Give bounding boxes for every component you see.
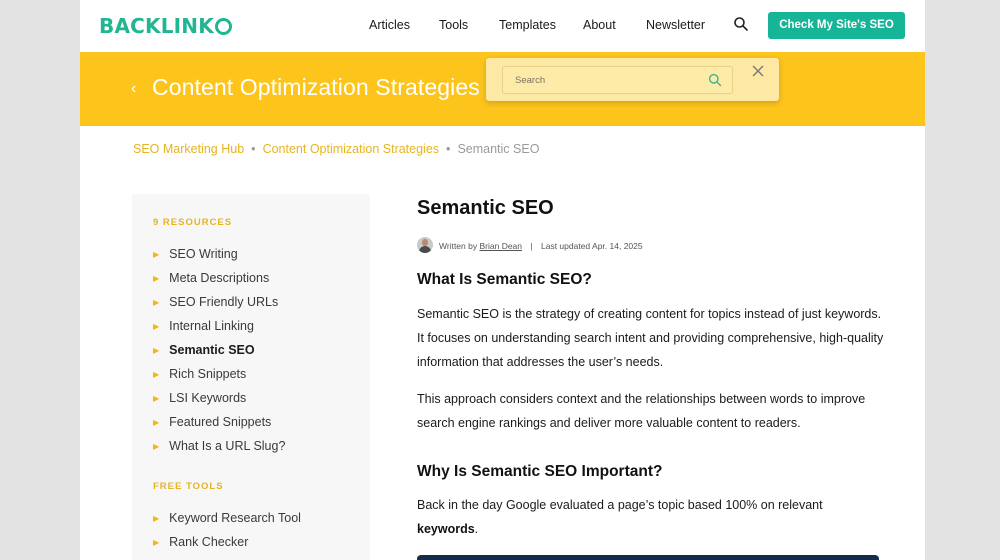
breadcrumb-link-seo-marketing-hub[interactable]: SEO Marketing Hub (133, 142, 244, 156)
free-tools-heading: FREE TOOLS (153, 481, 224, 492)
sidebar-item-seo-friendly-urls[interactable]: ▶ SEO Friendly URLs (153, 295, 278, 309)
logo-o-icon (214, 18, 232, 35)
paragraph-definition: Semantic SEO is the strategy of creating… (417, 307, 884, 369)
caret-right-icon: ▶ (153, 298, 160, 307)
sidebar-item-label: SEO Writing (169, 247, 238, 261)
resources-sidebar: 9 RESOURCES ▶ SEO Writing ▶ Meta Descripti… (132, 194, 370, 560)
sidebar-item-keyword-research-tool[interactable]: ▶ Keyword Research Tool (153, 511, 301, 525)
sidebar-item-url-slug[interactable]: ▶ What Is a URL Slug? (153, 439, 285, 453)
caret-right-icon: ▶ (153, 274, 160, 283)
author-avatar (417, 237, 433, 253)
avatar-body (419, 246, 431, 253)
check-my-site-seo-button[interactable]: Check My Site's SEO (768, 12, 905, 39)
paragraph-history-end: . (474, 522, 479, 536)
sidebar-item-rich-snippets[interactable]: ▶ Rich Snippets (153, 367, 246, 381)
byline-text: Written by Brian Dean | Last updated Apr… (439, 241, 643, 251)
page: BACKLINK Articles Tools Templates About … (80, 0, 925, 560)
avatar-head (422, 239, 428, 246)
caret-right-icon: ▶ (153, 442, 160, 451)
sidebar-item-internal-linking[interactable]: ▶ Internal Linking (153, 319, 254, 333)
paragraph-history: Back in the day Google evaluated a page’… (417, 493, 887, 541)
sidebar-item-label: Rich Snippets (169, 367, 247, 381)
close-icon[interactable] (751, 64, 765, 78)
sidebar-item-label: Featured Snippets (169, 415, 272, 429)
nav-tools[interactable]: Tools (439, 18, 468, 32)
backlinko-logo[interactable]: BACKLINK (99, 14, 232, 38)
sidebar-item-label: SEO Friendly URLs (169, 295, 279, 309)
nav-about[interactable]: About (583, 18, 616, 32)
breadcrumb-separator: • (446, 142, 451, 156)
caret-right-icon: ▶ (153, 370, 160, 379)
caret-right-icon: ▶ (153, 538, 160, 547)
search-field-wrapper (502, 66, 733, 94)
sidebar-item-seo-writing[interactable]: ▶ SEO Writing (153, 247, 238, 261)
caret-right-icon: ▶ (153, 418, 160, 427)
nav-newsletter[interactable]: Newsletter (646, 18, 705, 32)
keywords-emphasis: keywords (417, 522, 475, 536)
sidebar-item-label: Internal Linking (169, 319, 254, 333)
search-input[interactable] (503, 67, 703, 93)
byline-separator: | (530, 241, 533, 251)
nav-articles[interactable]: Articles (369, 18, 410, 32)
caret-right-icon: ▶ (153, 322, 160, 331)
sidebar-item-label: Rank Checker (169, 535, 249, 549)
resources-heading: 9 RESOURCES (153, 217, 233, 228)
nav-templates[interactable]: Templates (499, 18, 556, 32)
sidebar-item-featured-snippets[interactable]: ▶ Featured Snippets (153, 415, 271, 429)
sidebar-item-semantic-seo[interactable]: ▶ Semantic SEO (153, 343, 255, 357)
sidebar-item-label: What Is a URL Slug? (169, 439, 286, 453)
dark-content-block (417, 555, 879, 560)
breadcrumb: SEO Marketing Hub • Content Optimization S… (133, 142, 539, 156)
sidebar-item-label: LSI Keywords (169, 391, 247, 405)
banner-title[interactable]: Content Optimization Strategies (152, 74, 480, 101)
paragraph-context: This approach considers context and the … (417, 392, 866, 430)
paragraph-history-text: Back in the day Google evaluated a page’… (417, 498, 823, 512)
article-title: Semantic SEO (417, 197, 554, 219)
caret-right-icon: ▶ (153, 514, 160, 523)
search-icon[interactable] (708, 73, 722, 87)
chevron-left-icon[interactable]: ‹ (131, 80, 136, 98)
sidebar-item-label: Semantic SEO (169, 343, 255, 357)
breadcrumb-link-content-optimization[interactable]: Content Optimization Strategies (263, 142, 439, 156)
search-dropdown (486, 58, 779, 101)
sidebar-item-lsi-keywords[interactable]: ▶ LSI Keywords (153, 391, 246, 405)
logo-text: BACKLINK (99, 14, 214, 38)
sidebar-item-meta-descriptions[interactable]: ▶ Meta Descriptions (153, 271, 269, 285)
site-header: BACKLINK Articles Tools Templates About … (80, 0, 925, 52)
caret-right-icon: ▶ (153, 250, 160, 259)
breadcrumb-current: Semantic SEO (457, 142, 540, 156)
breadcrumb-separator: • (251, 142, 256, 156)
caret-right-icon: ▶ (153, 346, 160, 355)
search-icon[interactable] (733, 16, 749, 32)
sidebar-item-label: Meta Descriptions (169, 271, 270, 285)
byline-prefix: Written by (439, 241, 478, 251)
section-heading-what-is: What Is Semantic SEO? (417, 271, 592, 288)
last-updated: Last updated Apr. 14, 2025 (540, 241, 643, 251)
author-link[interactable]: Brian Dean (479, 241, 522, 251)
section-heading-why-important: Why Is Semantic SEO Important? (417, 463, 663, 480)
sidebar-item-label: Keyword Research Tool (169, 511, 301, 525)
caret-right-icon: ▶ (153, 394, 160, 403)
sidebar-item-rank-checker[interactable]: ▶ Rank Checker (153, 535, 248, 549)
